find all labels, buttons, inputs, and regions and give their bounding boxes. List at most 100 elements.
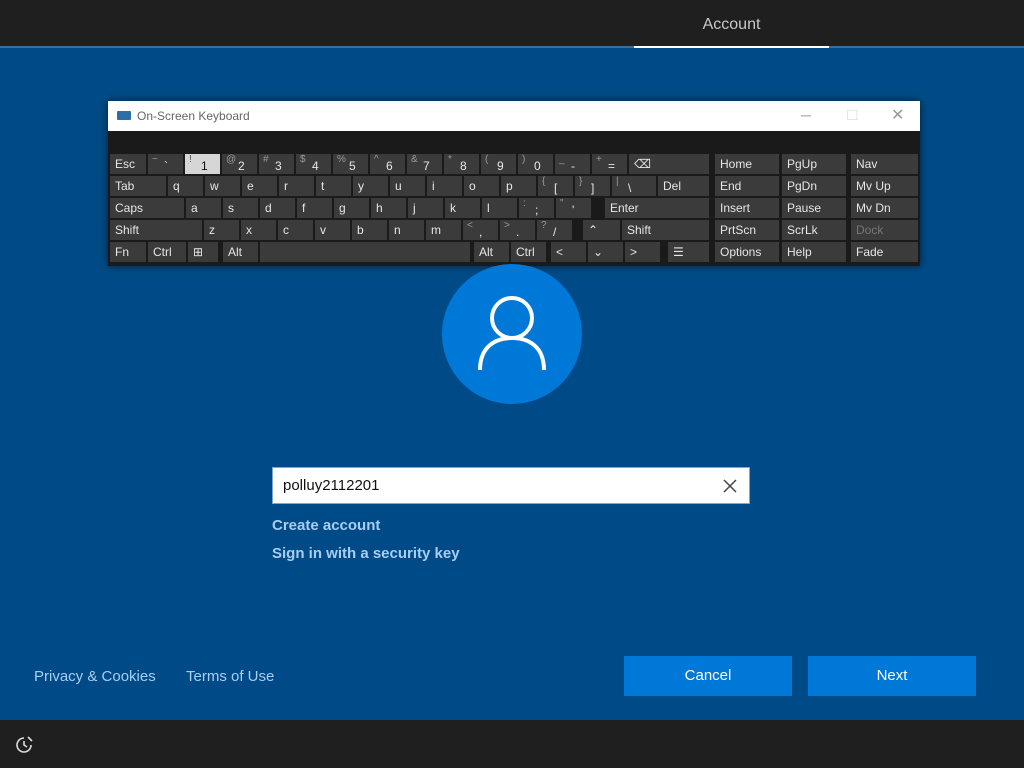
- osk-key[interactable]: r: [279, 176, 314, 196]
- osk-key[interactable]: Options: [715, 242, 779, 262]
- osk-key[interactable]: Fade: [851, 242, 918, 262]
- next-button[interactable]: Next: [808, 656, 976, 696]
- osk-key[interactable]: PrtScn: [715, 220, 779, 240]
- osk-key[interactable]: PgDn: [782, 176, 846, 196]
- osk-key[interactable]: :;: [519, 198, 554, 218]
- osk-key[interactable]: k: [445, 198, 480, 218]
- osk-key[interactable]: Pause: [782, 198, 846, 218]
- osk-key[interactable]: Home: [715, 154, 779, 174]
- cancel-button[interactable]: Cancel: [624, 656, 792, 696]
- osk-key[interactable]: Help: [782, 242, 846, 262]
- osk-key[interactable]: j: [408, 198, 443, 218]
- ease-of-access-icon[interactable]: [14, 736, 34, 754]
- osk-key[interactable]: e: [242, 176, 277, 196]
- osk-key[interactable]: * 8: [444, 154, 479, 174]
- close-icon[interactable]: [721, 477, 739, 495]
- osk-key[interactable]: ⌄: [588, 242, 623, 262]
- osk-key[interactable]: t: [316, 176, 351, 196]
- osk-key[interactable]: Dock: [851, 220, 918, 240]
- osk-key[interactable]: >: [625, 242, 660, 262]
- osk-key[interactable]: p: [501, 176, 536, 196]
- osk-key[interactable]: f: [297, 198, 332, 218]
- osk-key[interactable]: ⊞: [188, 242, 218, 262]
- osk-key[interactable]: + =: [592, 154, 627, 174]
- osk-key[interactable]: Esc: [110, 154, 146, 174]
- osk-key[interactable]: Caps: [110, 198, 184, 218]
- osk-key[interactable]: q: [168, 176, 203, 196]
- osk-key[interactable]: Mv Dn: [851, 198, 918, 218]
- osk-key[interactable]: & 7: [407, 154, 442, 174]
- osk-key[interactable]: }]: [575, 176, 610, 196]
- osk-key[interactable]: Del: [658, 176, 709, 196]
- osk-key[interactable]: <,: [463, 220, 498, 240]
- osk-key[interactable]: " ': [556, 198, 591, 218]
- osk-key[interactable]: | \: [612, 176, 656, 196]
- tab-account[interactable]: Account: [634, 0, 829, 48]
- osk-key[interactable]: y: [353, 176, 388, 196]
- osk-key[interactable]: Alt: [223, 242, 258, 262]
- privacy-cookies-link[interactable]: Privacy & Cookies: [34, 668, 156, 685]
- osk-key[interactable]: Tab: [110, 176, 166, 196]
- osk-key[interactable]: z: [204, 220, 239, 240]
- osk-key[interactable]: ⌫: [629, 154, 709, 174]
- osk-key[interactable]: l: [482, 198, 517, 218]
- osk-key[interactable]: Shift: [110, 220, 202, 240]
- osk-key[interactable]: b: [352, 220, 387, 240]
- osk-key[interactable]: (9: [481, 154, 516, 174]
- osk-key[interactable]: {[: [538, 176, 573, 196]
- terms-of-use-link[interactable]: Terms of Use: [186, 668, 274, 685]
- osk-key[interactable]: m: [426, 220, 461, 240]
- close-icon[interactable]: ✕: [891, 105, 904, 125]
- osk-key[interactable]: PgUp: [782, 154, 846, 174]
- osk-key[interactable]: d: [260, 198, 295, 218]
- osk-key[interactable]: u: [390, 176, 425, 196]
- osk-key[interactable]: v: [315, 220, 350, 240]
- osk-key[interactable]: n: [389, 220, 424, 240]
- osk-key[interactable]: a: [186, 198, 221, 218]
- osk-key[interactable]: Ctrl: [148, 242, 186, 262]
- on-screen-keyboard-window[interactable]: On-Screen Keyboard ─ ☐ ✕ Esc ~ `! 1 @2 #3 $4% 5…: [108, 101, 920, 266]
- osk-key[interactable]: Fn: [110, 242, 146, 262]
- osk-key[interactable]: Nav: [851, 154, 918, 174]
- osk-title-bar[interactable]: On-Screen Keyboard ─ ☐ ✕: [108, 101, 920, 131]
- create-account-link[interactable]: Create account: [272, 517, 380, 534]
- osk-key[interactable]: ~ `: [148, 154, 183, 174]
- osk-key[interactable]: w: [205, 176, 240, 196]
- osk-key[interactable]: Shift: [622, 220, 709, 240]
- osk-key[interactable]: o: [464, 176, 499, 196]
- osk-key[interactable]: h: [371, 198, 406, 218]
- osk-key[interactable]: ) 0: [518, 154, 553, 174]
- osk-key[interactable]: % 5: [333, 154, 368, 174]
- osk-key[interactable]: x: [241, 220, 276, 240]
- osk-key[interactable]: i: [427, 176, 462, 196]
- osk-key[interactable]: $4: [296, 154, 331, 174]
- osk-key[interactable]: <: [551, 242, 586, 262]
- osk-key[interactable]: Enter: [605, 198, 709, 218]
- osk-key[interactable]: #3: [259, 154, 294, 174]
- osk-key[interactable]: ^ 6: [370, 154, 405, 174]
- osk-key[interactable]: s: [223, 198, 258, 218]
- osk-key[interactable]: _ -: [555, 154, 590, 174]
- minimize-icon[interactable]: ─: [801, 107, 811, 123]
- osk-key[interactable]: ? /: [537, 220, 572, 240]
- osk-key[interactable]: >.: [500, 220, 535, 240]
- key-label: ⌃: [588, 223, 599, 237]
- osk-key[interactable]: ☰: [668, 242, 709, 262]
- osk-key[interactable]: ! 1: [185, 154, 220, 174]
- osk-key[interactable]: Insert: [715, 198, 779, 218]
- osk-key[interactable]: g: [334, 198, 369, 218]
- key-shift-label: ~: [152, 154, 158, 165]
- osk-key[interactable]: Alt: [474, 242, 509, 262]
- osk-key[interactable]: c: [278, 220, 313, 240]
- osk-key[interactable]: ScrLk: [782, 220, 846, 240]
- email-field[interactable]: [272, 467, 750, 504]
- osk-key[interactable]: @2: [222, 154, 257, 174]
- osk-key[interactable]: ⌃: [583, 220, 620, 240]
- osk-key[interactable]: Ctrl: [511, 242, 546, 262]
- osk-key[interactable]: [260, 242, 470, 262]
- email-input[interactable]: [283, 468, 703, 503]
- osk-key[interactable]: End: [715, 176, 779, 196]
- osk-key[interactable]: Mv Up: [851, 176, 918, 196]
- security-key-link[interactable]: Sign in with a security key: [272, 545, 460, 562]
- maximize-icon[interactable]: ☐: [846, 107, 859, 124]
